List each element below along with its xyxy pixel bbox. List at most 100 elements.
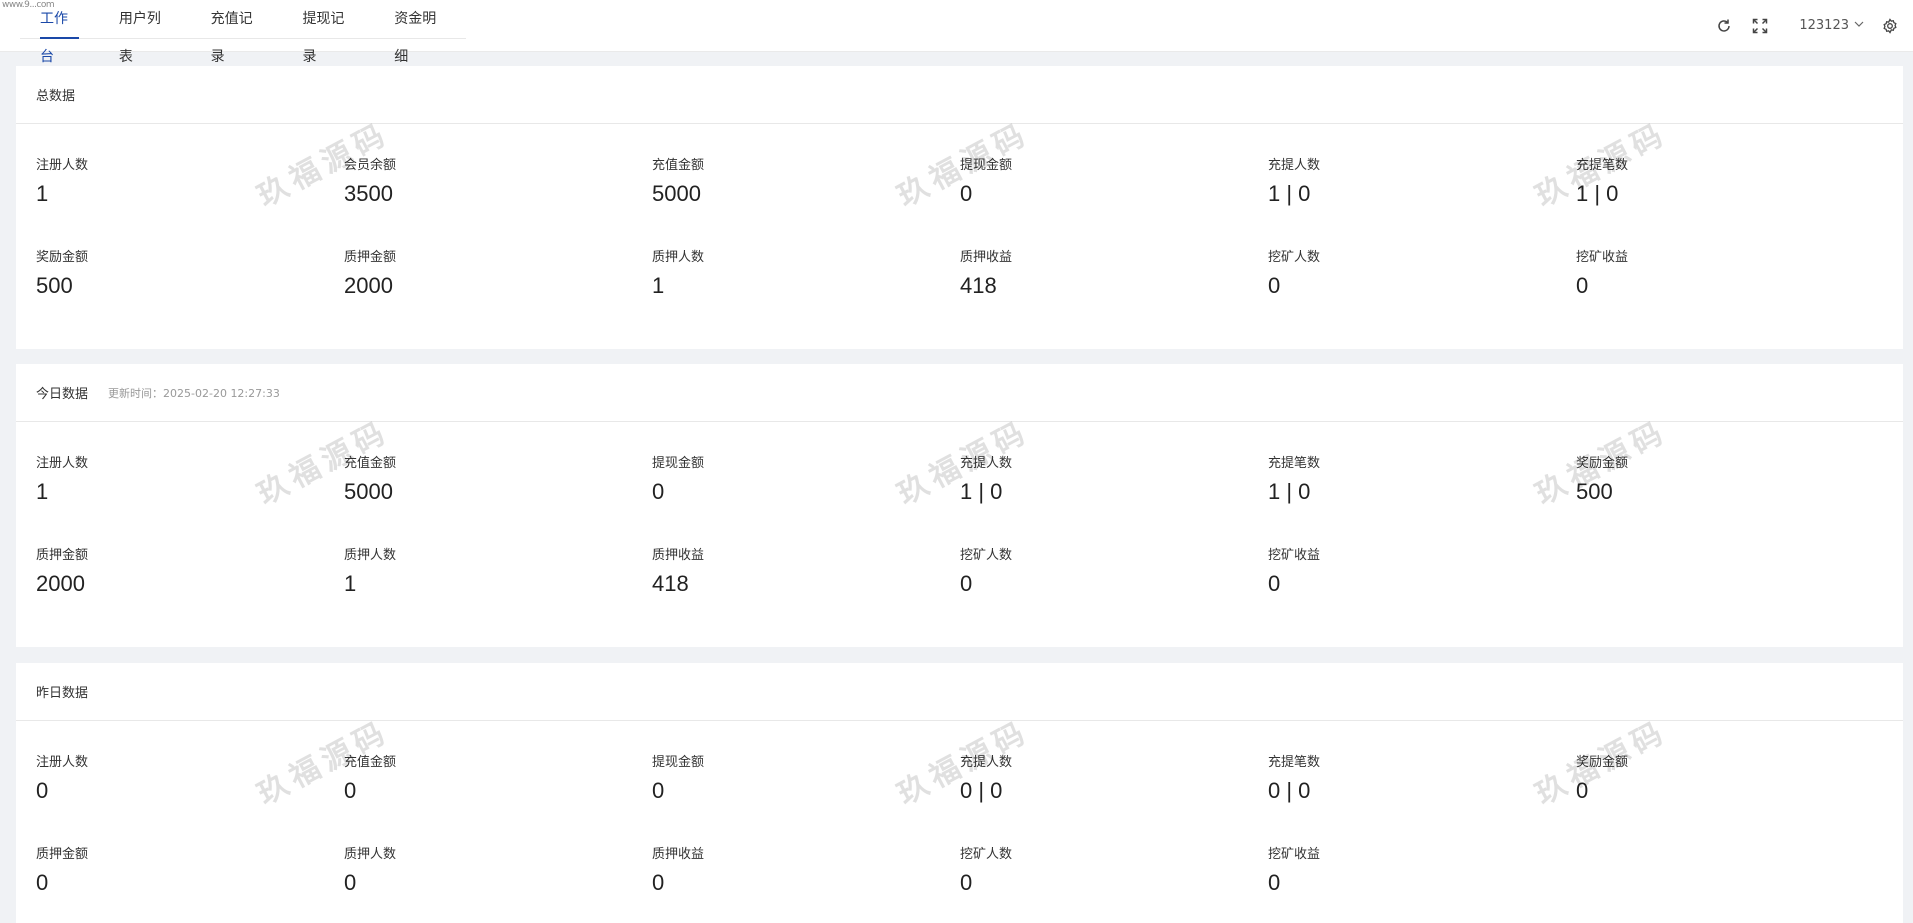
stat-item: 充提人数 1 | 0 (960, 440, 1268, 532)
stat-item: 注册人数 1 (36, 440, 344, 532)
stat-value: 500 (1576, 479, 1613, 504)
stat-label: 充值金额 (344, 755, 397, 770)
today-data-card: 今日数据 更新时间：2025-02-20 12:27:33 注册人数 1 充值金额… (16, 364, 1903, 647)
stat-value: 0 (36, 870, 49, 895)
stat-value: 5000 (652, 181, 701, 206)
stat-value: 1 | 0 (1268, 479, 1311, 504)
refresh-icon[interactable] (1713, 15, 1735, 37)
stat-item: 充提人数 0 | 0 (960, 739, 1268, 831)
stat-item: 充值金额 5000 (344, 440, 652, 532)
stat-label: 质押收益 (652, 847, 705, 862)
stat-item: 充提笔数 1 | 0 (1268, 440, 1576, 532)
stats-grid: 注册人数 0 充值金额 0 提现金额 0 充提人数 0 | 0 充提笔数 0 | 0 奖励… (16, 721, 1903, 923)
stat-label: 充值金额 (344, 456, 397, 471)
stat-item: 质押人数 0 (344, 831, 652, 923)
settings-icon[interactable] (1879, 15, 1901, 37)
stat-value: 418 (960, 273, 997, 298)
stat-label: 质押金额 (36, 847, 89, 862)
stat-value: 0 (1268, 870, 1281, 895)
stat-label: 挖矿收益 (1268, 548, 1321, 563)
stat-item: 质押金额 2000 (36, 532, 344, 624)
stat-value: 1 | 0 (1268, 181, 1311, 206)
stat-label: 充提人数 (960, 456, 1013, 471)
stat-value: 0 (652, 870, 665, 895)
stat-label: 质押金额 (344, 250, 397, 265)
header-tools: 123123 (1713, 0, 1901, 51)
stat-value: 0 (652, 778, 665, 803)
stat-label: 注册人数 (36, 755, 89, 770)
stat-label: 挖矿人数 (960, 847, 1013, 862)
stat-item: 提现金额 0 (960, 142, 1268, 234)
stat-value: 0 (960, 870, 973, 895)
stat-value: 1 (344, 571, 357, 596)
stats-grid: 注册人数 1 会员余额 3500 充值金额 5000 提现金额 0 充提人数 1 | 0 … (16, 124, 1903, 326)
stat-label: 质押收益 (652, 548, 705, 563)
stat-value: 1 (36, 479, 49, 504)
stat-label: 挖矿人数 (1268, 250, 1321, 265)
yesterday-data-card: 昨日数据 注册人数 0 充值金额 0 提现金额 0 充提人数 0 | 0 充提笔数 0 |… (16, 663, 1903, 923)
stat-value: 2000 (344, 273, 393, 298)
username-label: 123123 (1799, 18, 1849, 33)
stat-value: 0 (1268, 571, 1281, 596)
tab-fund-details[interactable]: 资金明细 (374, 0, 466, 65)
stat-label: 会员余额 (344, 158, 397, 173)
stat-label: 质押人数 (344, 548, 397, 563)
stat-item: 挖矿人数 0 (960, 831, 1268, 923)
stat-value: 500 (36, 273, 73, 298)
stat-item: 充提人数 1 | 0 (1268, 142, 1576, 234)
stat-item: 注册人数 0 (36, 739, 344, 831)
user-menu[interactable]: 123123 (1799, 18, 1865, 34)
stat-value: 1 (652, 273, 665, 298)
fullscreen-icon[interactable] (1749, 15, 1771, 37)
stat-value: 1 (36, 181, 49, 206)
stat-item: 质押收益 418 (652, 532, 960, 624)
stats-grid: 注册人数 1 充值金额 5000 提现金额 0 充提人数 1 | 0 充提笔数 1 | 0… (16, 422, 1903, 624)
stat-label: 充提笔数 (1268, 755, 1321, 770)
chevron-down-icon (1853, 18, 1865, 34)
stat-item: 奖励金额 0 (1576, 739, 1884, 831)
stat-value: 2000 (36, 571, 85, 596)
stat-label: 提现金额 (960, 158, 1013, 173)
tab-withdraw-records[interactable]: 提现记录 (282, 0, 374, 65)
stat-value: 0 (1576, 778, 1589, 803)
stat-label: 挖矿人数 (960, 548, 1013, 563)
stat-item: 挖矿收益 0 (1268, 831, 1576, 923)
tab-bar: 工作台 用户列表 充值记录 提现记录 资金明细 (20, 0, 466, 65)
stat-label: 充提笔数 (1576, 158, 1629, 173)
stat-item: 质押金额 2000 (344, 234, 652, 326)
stat-item: 充提笔数 0 | 0 (1268, 739, 1576, 831)
update-time: 更新时间：2025-02-20 12:27:33 (108, 386, 280, 400)
stat-item: 注册人数 1 (36, 142, 344, 234)
stat-value: 0 (960, 181, 973, 206)
tab-dashboard[interactable]: 工作台 (20, 0, 99, 65)
stat-label: 提现金额 (652, 755, 705, 770)
tab-recharge-records[interactable]: 充值记录 (191, 0, 283, 65)
stat-label: 提现金额 (652, 456, 705, 471)
stat-label: 奖励金额 (36, 250, 89, 265)
stat-label: 质押金额 (36, 548, 89, 563)
stat-value: 0 (1268, 273, 1281, 298)
stat-item: 质押人数 1 (344, 532, 652, 624)
stat-value: 5000 (344, 479, 393, 504)
stat-item: 提现金额 0 (652, 739, 960, 831)
stat-value: 0 (344, 870, 357, 895)
stat-label: 挖矿收益 (1268, 847, 1321, 862)
stat-value: 418 (652, 571, 689, 596)
stat-item: 质押收益 0 (652, 831, 960, 923)
stat-label: 注册人数 (36, 158, 89, 173)
card-title: 今日数据 (36, 387, 89, 402)
stat-label: 充值金额 (652, 158, 705, 173)
stat-item: 会员余额 3500 (344, 142, 652, 234)
stat-value: 1 | 0 (1576, 181, 1619, 206)
card-header: 总数据 (16, 66, 1903, 124)
stat-item: 充提笔数 1 | 0 (1576, 142, 1884, 234)
stat-label: 挖矿收益 (1576, 250, 1629, 265)
stat-value: 3500 (344, 181, 393, 206)
stat-label: 奖励金额 (1576, 456, 1629, 471)
stat-value: 0 | 0 (1268, 778, 1311, 803)
total-data-card: 总数据 注册人数 1 会员余额 3500 充值金额 5000 提现金额 0 充提人数 1 … (16, 66, 1903, 349)
stat-label: 质押人数 (344, 847, 397, 862)
tab-user-list[interactable]: 用户列表 (99, 0, 191, 65)
stat-item: 充值金额 0 (344, 739, 652, 831)
card-title: 昨日数据 (36, 686, 89, 701)
